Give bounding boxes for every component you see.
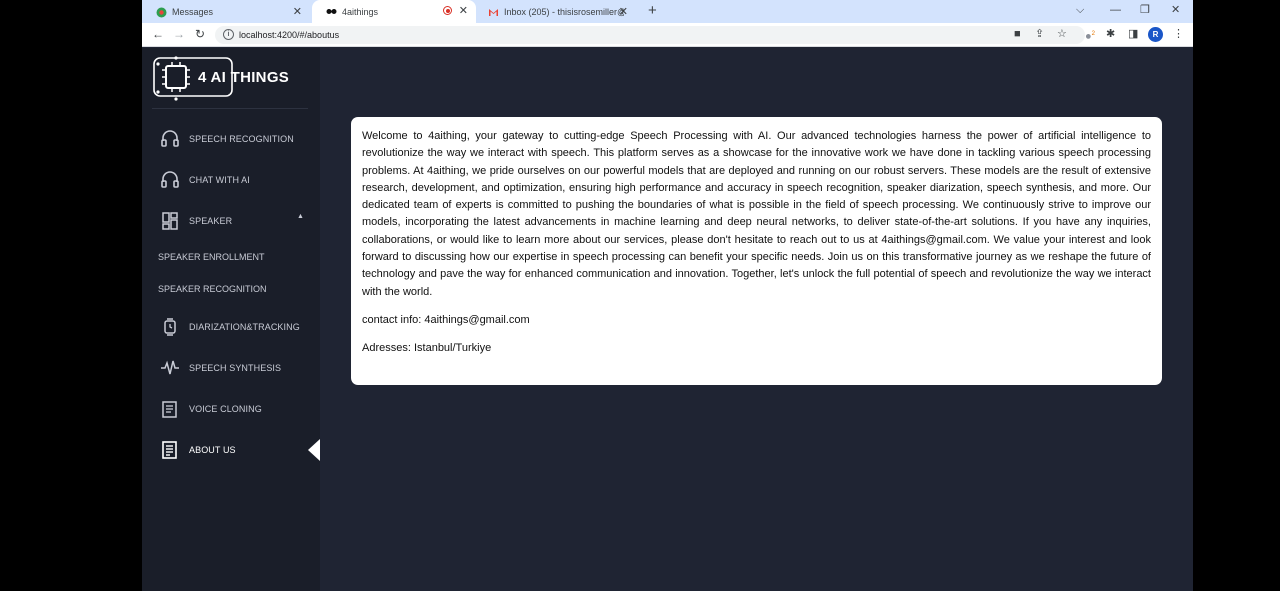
sidebar-item-speech-recognition[interactable]: SPEECH RECOGNITION [142,121,320,157]
menu-kebab-icon[interactable]: ⋮ [1173,28,1184,41]
tab-label: Inbox (205) - thisisrosemiller@gr [504,7,624,17]
logo-divider [152,108,308,109]
browser-toolbar: ← → ↻ i localhost:4200/#/aboutus ■ ⇪ ☆ ●… [142,23,1193,47]
browser-window: Messages ✕ 4aithings ✕ Inbox (205) - thi… [142,0,1193,591]
sidebar-item-about-us[interactable]: ABOUT US [142,432,320,468]
sidebar-item-label: DIARIZATION&TRACKING [189,322,300,332]
app-page: 4 AI THINGS SPEECH RECOGNITION CHAT WITH… [142,48,1193,591]
back-icon[interactable]: ← [152,27,164,42]
restore-icon[interactable]: ❐ [1140,3,1150,17]
close-window-icon[interactable]: ✕ [1171,3,1180,17]
document-icon [160,399,180,419]
puzzle-extensions-icon[interactable]: ✱ [1106,28,1115,41]
receipt-icon [160,440,180,460]
sidebar: 4 AI THINGS SPEECH RECOGNITION CHAT WITH… [142,48,320,591]
sidebar-subitem-speaker-enrollment[interactable]: SPEAKER ENROLLMENT [158,252,265,262]
minimize-icon[interactable]: — [1110,3,1121,17]
logo[interactable]: 4 AI THINGS [152,56,312,102]
close-tab-icon[interactable]: ✕ [293,5,302,19]
recording-icon [443,6,452,15]
tab-label: 4aithings [342,6,379,17]
sidebar-item-diarization-tracking[interactable]: DIARIZATION&TRACKING [142,309,320,345]
address-bar[interactable]: i localhost:4200/#/aboutus [215,26,1085,44]
waveform-icon [160,358,180,378]
bookmark-star-icon[interactable]: ☆ [1057,28,1067,41]
sidebar-item-label: SPEECH SYNTHESIS [189,363,282,373]
close-tab-icon[interactable]: ✕ [619,5,628,19]
logo-text: 4 AI THINGS [198,69,290,86]
dashboard-icon [160,211,180,231]
share-icon[interactable]: ⇪ [1035,28,1044,41]
sidebar-subitem-speaker-recognition[interactable]: SPEAKER RECOGNITION [158,284,267,294]
sidebar-item-chat-with-ai[interactable]: CHAT WITH AI [142,162,320,198]
profile-avatar[interactable]: R [1148,27,1163,42]
sidebar-item-label: CHAT WITH AI [189,175,250,185]
aithings-icon [326,6,337,17]
address-info: Adresses: Istanbul/Turkiye [362,341,492,354]
new-tab-icon[interactable]: + [648,2,657,20]
watch-icon [160,317,180,337]
tab-strip: Messages ✕ 4aithings ✕ Inbox (205) - thi… [142,0,1193,23]
side-panel-icon[interactable]: ◨ [1128,28,1138,41]
gmail-icon [488,7,499,18]
chevron-up-icon[interactable]: ▲ [297,213,304,220]
sidebar-item-label: SPEECH RECOGNITION [189,134,294,144]
url-text: localhost:4200/#/aboutus [239,30,340,40]
tab-search-icon[interactable]: ⌵ [1076,3,1084,17]
tab-aithings[interactable]: 4aithings ✕ [312,0,476,23]
tab-label: Messages [172,7,214,17]
tab-messages[interactable]: Messages ✕ [142,1,310,23]
about-card: Welcome to 4aithing, your gateway to cut… [351,117,1162,385]
headphones-icon [160,129,180,149]
sidebar-item-label: ABOUT US [189,445,236,455]
site-info-icon[interactable]: i [223,29,234,40]
sidebar-item-label: VOICE CLONING [189,404,262,414]
sidebar-item-speaker[interactable]: SPEAKER [142,203,320,239]
extension-badge-icon[interactable]: ●2 [1085,28,1095,44]
active-item-indicator [308,439,320,461]
sidebar-item-label: SPEAKER [189,216,233,226]
extension-badge-count: 2 [1091,31,1095,37]
messages-icon [156,7,167,18]
reload-icon[interactable]: ↻ [195,27,205,42]
tab-gmail[interactable]: Inbox (205) - thisisrosemiller@gr ✕ [474,1,636,23]
forward-icon[interactable]: → [173,27,185,42]
headphones-icon [160,170,180,190]
about-description: Welcome to 4aithing, your gateway to cut… [362,130,1151,298]
close-tab-icon[interactable]: ✕ [459,4,468,18]
contact-info: contact info: 4aithings@gmail.com [362,313,530,326]
camera-icon[interactable]: ■ [1014,28,1021,41]
sidebar-item-voice-cloning[interactable]: VOICE CLONING [142,391,320,427]
sidebar-item-speech-synthesis[interactable]: SPEECH SYNTHESIS [142,350,320,386]
